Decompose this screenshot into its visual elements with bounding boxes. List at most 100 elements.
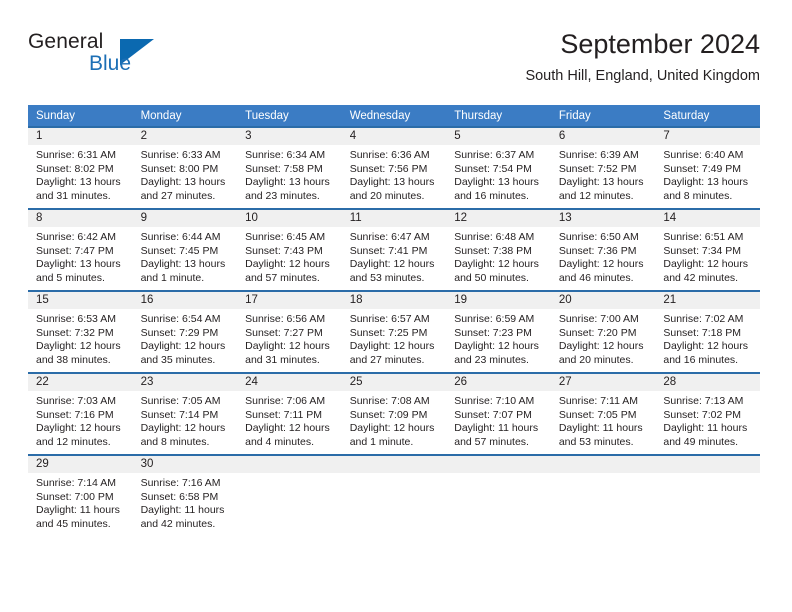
daylight-text-line1: Daylight: 13 hours (558, 176, 644, 189)
day-cell-empty (237, 454, 342, 536)
day-cell[interactable]: 17 Sunrise: 6:56 AM Sunset: 7:27 PM Dayligh… (237, 290, 342, 373)
day-details: Sunrise: 6:31 AM Sunset: 8:02 PM Daylight:… (28, 145, 133, 203)
day-cell[interactable]: 22 Sunrise: 7:03 AM Sunset: 7:16 PM Dayligh… (28, 372, 133, 455)
day-cell[interactable]: 23 Sunrise: 7:05 AM Sunset: 7:14 PM Dayligh… (132, 372, 238, 455)
daylight-text-line2: and 16 minutes. (454, 189, 529, 202)
daylight-text-line1: Daylight: 12 hours (454, 258, 539, 271)
day-cell[interactable]: 9 Sunrise: 6:44 AM Sunset: 7:45 PM Daylight… (132, 208, 238, 291)
sunrise-text: Sunrise: 7:02 AM (663, 313, 744, 325)
day-cell[interactable]: 20 Sunrise: 7:00 AM Sunset: 7:20 PM Dayligh… (550, 290, 656, 373)
day-cell[interactable]: 21 Sunrise: 7:02 AM Sunset: 7:18 PM Dayligh… (655, 290, 760, 373)
day-cell[interactable]: 1 Sunrise: 6:31 AM Sunset: 8:02 PM Daylight… (28, 126, 133, 209)
day-number: 14 (655, 210, 760, 227)
sunrise-text: Sunrise: 7:13 AM (663, 395, 744, 407)
sunset-text: Sunset: 7:14 PM (140, 408, 219, 421)
sunset-text: Sunset: 7:58 PM (245, 162, 323, 175)
daylight-text-line1: Daylight: 12 hours (454, 340, 539, 353)
daylight-text-line2: and 12 minutes. (36, 435, 111, 448)
sunrise-text: Sunrise: 6:53 AM (36, 313, 116, 325)
sunset-text: Sunset: 7:20 PM (558, 326, 637, 339)
day-cell[interactable]: 25 Sunrise: 7:08 AM Sunset: 7:09 PM Dayligh… (341, 372, 447, 455)
daylight-text-line2: and 4 minutes. (245, 435, 315, 448)
day-cell[interactable]: 8 Sunrise: 6:42 AM Sunset: 7:47 PM Daylight… (28, 208, 133, 291)
day-number: 18 (341, 292, 447, 309)
week-row: 22 Sunrise: 7:03 AM Sunset: 7:16 PM Dayligh… (28, 372, 760, 455)
sunset-text: Sunset: 7:16 PM (36, 408, 114, 421)
day-cell[interactable]: 19 Sunrise: 6:59 AM Sunset: 7:23 PM Dayligh… (446, 290, 551, 373)
day-cell[interactable]: 2 Sunrise: 6:33 AM Sunset: 8:00 PM Daylight… (132, 126, 238, 209)
day-cell[interactable]: 29 Sunrise: 7:14 AM Sunset: 7:00 PM Dayligh… (28, 454, 133, 536)
sunrise-text: Sunrise: 6:37 AM (454, 149, 535, 161)
day-cell[interactable]: 3 Sunrise: 6:34 AM Sunset: 7:58 PM Daylight… (237, 126, 342, 209)
sunrise-text: Sunrise: 7:05 AM (140, 395, 221, 407)
daylight-text-line1: Daylight: 11 hours (454, 422, 539, 435)
logo-text-blue: Blue (89, 52, 132, 75)
day-cell[interactable]: 5 Sunrise: 6:37 AM Sunset: 7:54 PM Daylight… (446, 126, 551, 209)
day-details: Sunrise: 7:11 AM Sunset: 7:05 PM Daylight:… (551, 391, 656, 449)
sunset-text: Sunset: 7:38 PM (454, 244, 532, 257)
daylight-text-line1: Daylight: 13 hours (36, 258, 121, 271)
sunset-text: Sunset: 7:00 PM (36, 490, 114, 503)
daylight-text-line2: and 38 minutes. (36, 353, 111, 366)
day-details: Sunrise: 7:16 AM Sunset: 6:58 PM Daylight:… (133, 473, 238, 531)
day-details: Sunrise: 6:44 AM Sunset: 7:45 PM Daylight:… (133, 227, 238, 285)
sunset-text: Sunset: 7:45 PM (140, 244, 219, 257)
sunset-text: Sunset: 7:47 PM (36, 244, 114, 257)
day-details: Sunrise: 6:36 AM Sunset: 7:56 PM Daylight:… (342, 145, 447, 203)
daylight-text-line1: Daylight: 12 hours (36, 340, 121, 353)
day-cell[interactable]: 14 Sunrise: 6:51 AM Sunset: 7:34 PM Dayligh… (655, 208, 760, 291)
day-cell[interactable]: 18 Sunrise: 6:57 AM Sunset: 7:25 PM Dayligh… (341, 290, 447, 373)
day-number: 12 (446, 210, 551, 227)
day-number (446, 456, 551, 473)
daylight-text-line1: Daylight: 12 hours (349, 422, 435, 435)
daylight-text-line2: and 53 minutes. (558, 435, 634, 448)
day-number: 7 (655, 128, 760, 145)
day-cell[interactable]: 10 Sunrise: 6:45 AM Sunset: 7:43 PM Dayligh… (237, 208, 342, 291)
day-number: 26 (446, 374, 551, 391)
daylight-text-line1: Daylight: 13 hours (36, 176, 121, 189)
day-cell[interactable]: 6 Sunrise: 6:39 AM Sunset: 7:52 PM Daylight… (550, 126, 656, 209)
day-details: Sunrise: 7:08 AM Sunset: 7:09 PM Daylight:… (342, 391, 447, 449)
week-row: 1 Sunrise: 6:31 AM Sunset: 8:02 PM Daylight… (28, 126, 760, 209)
sunset-text: Sunset: 8:00 PM (140, 162, 219, 175)
day-number: 4 (341, 128, 447, 145)
sunset-text: Sunset: 7:32 PM (36, 326, 114, 339)
sunset-text: Sunset: 7:25 PM (349, 326, 428, 339)
daylight-text-line1: Daylight: 11 hours (663, 422, 748, 435)
day-cell[interactable]: 27 Sunrise: 7:11 AM Sunset: 7:05 PM Dayligh… (550, 372, 656, 455)
daylight-text-line1: Daylight: 13 hours (349, 176, 435, 189)
day-cell[interactable]: 26 Sunrise: 7:10 AM Sunset: 7:07 PM Dayligh… (446, 372, 551, 455)
daylight-text-line1: Daylight: 13 hours (140, 258, 226, 271)
day-cell[interactable]: 11 Sunrise: 6:47 AM Sunset: 7:41 PM Dayligh… (341, 208, 447, 291)
day-cell[interactable]: 13 Sunrise: 6:50 AM Sunset: 7:36 PM Dayligh… (550, 208, 656, 291)
day-number: 21 (655, 292, 760, 309)
sunrise-text: Sunrise: 7:11 AM (558, 395, 638, 407)
daylight-text-line2: and 31 minutes. (245, 353, 320, 366)
day-cell[interactable]: 28 Sunrise: 7:13 AM Sunset: 7:02 PM Dayligh… (655, 372, 760, 455)
daylight-text-line2: and 8 minutes. (663, 189, 733, 202)
weekday-header-wednesday: Wednesday (341, 105, 447, 127)
day-cell[interactable]: 7 Sunrise: 6:40 AM Sunset: 7:49 PM Daylight… (655, 126, 760, 209)
daylight-text-line1: Daylight: 12 hours (349, 258, 435, 271)
general-blue-logo[interactable]: General Blue (28, 30, 248, 88)
page-subtitle: South Hill, England, United Kingdom (525, 68, 760, 84)
day-cell[interactable]: 4 Sunrise: 6:36 AM Sunset: 7:56 PM Daylight… (341, 126, 447, 209)
day-cell[interactable]: 15 Sunrise: 6:53 AM Sunset: 7:32 PM Dayligh… (28, 290, 133, 373)
day-cell[interactable]: 24 Sunrise: 7:06 AM Sunset: 7:11 PM Dayligh… (237, 372, 342, 455)
daylight-text-line2: and 57 minutes. (245, 271, 320, 284)
day-cell[interactable]: 30 Sunrise: 7:16 AM Sunset: 6:58 PM Dayligh… (132, 454, 238, 536)
daylight-text-line2: and 31 minutes. (36, 189, 111, 202)
day-cell[interactable]: 12 Sunrise: 6:48 AM Sunset: 7:38 PM Dayligh… (446, 208, 551, 291)
day-number (341, 456, 447, 473)
day-cell[interactable]: 16 Sunrise: 6:54 AM Sunset: 7:29 PM Dayligh… (132, 290, 238, 373)
day-details: Sunrise: 7:05 AM Sunset: 7:14 PM Daylight:… (133, 391, 238, 449)
sunrise-text: Sunrise: 6:45 AM (245, 231, 326, 243)
weekday-header-thursday: Thursday (446, 105, 551, 127)
title-block: September 2024 South Hill, England, Unit… (525, 28, 760, 86)
daylight-text-line1: Daylight: 12 hours (558, 258, 644, 271)
daylight-text-line2: and 35 minutes. (140, 353, 216, 366)
day-details: Sunrise: 7:14 AM Sunset: 7:00 PM Daylight:… (28, 473, 133, 531)
day-details: Sunrise: 6:39 AM Sunset: 7:52 PM Daylight:… (551, 145, 656, 203)
sunrise-text: Sunrise: 6:54 AM (140, 313, 221, 325)
sunset-text: Sunset: 7:23 PM (454, 326, 532, 339)
